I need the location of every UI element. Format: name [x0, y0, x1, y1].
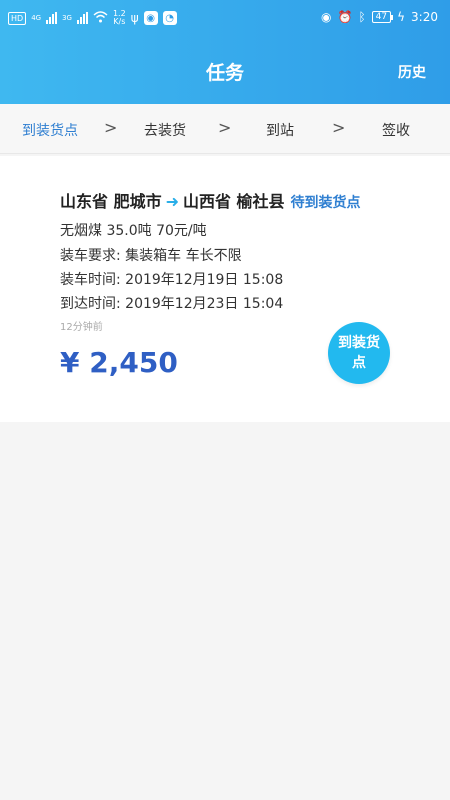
- charging-icon: ϟ: [397, 10, 406, 24]
- status-bar: HD 4G 3G 1.2 K/s ψ ◉ ◔ ◉ ⏰ ᛒ 47 ϟ 3:20: [0, 0, 450, 40]
- step-arrive-station: 到站: [266, 123, 294, 139]
- bluetooth-icon: ᛒ: [358, 10, 366, 24]
- battery-icon: 47: [371, 11, 392, 23]
- network-label-1: 4G: [31, 14, 42, 22]
- freight-price: ¥ 2,450: [60, 346, 178, 379]
- battery-level: 47: [375, 12, 388, 22]
- app-notification-icon-1: ◉: [143, 11, 158, 25]
- network-speed-unit: K/s: [113, 17, 126, 26]
- chevron-right-icon: >: [218, 118, 232, 137]
- loading-time: 装车时间: 2019年12月19日 15:08: [60, 272, 284, 288]
- step-go-loading: 去装货: [144, 123, 186, 139]
- route-line: 山东省 肥城市 ➜ 山西省 榆社县 待到装货点: [60, 188, 361, 212]
- arrow-right-icon: ➜: [165, 192, 179, 211]
- destination-text: 山西省 榆社县: [182, 192, 285, 211]
- arrive-loading-point-button[interactable]: 到装货点: [328, 322, 390, 384]
- step-sign-receipt: 签收: [382, 123, 410, 139]
- arrival-time: 到达时间: 2019年12月23日 15:04: [60, 296, 284, 312]
- signal-icon-2: [76, 12, 88, 24]
- status-left: HD 4G 3G 1.2 K/s ψ ◉ ◔: [8, 10, 177, 26]
- page-title: 任务: [205, 62, 244, 84]
- progress-steps: 到装货点 > 去装货 > 到站 > 签收: [0, 104, 450, 154]
- cargo-info: 无烟煤 35.0吨 70元/吨: [60, 223, 207, 239]
- chevron-right-icon: >: [104, 118, 118, 137]
- usb-icon: ψ: [130, 11, 139, 25]
- chevron-right-icon: >: [332, 118, 346, 137]
- title-bar: 任务 历史: [0, 40, 450, 104]
- eye-icon: ◉: [321, 10, 332, 24]
- alarm-icon: ⏰: [337, 10, 353, 24]
- posted-time: 12分钟前: [60, 322, 103, 333]
- signal-icon-1: [46, 12, 58, 24]
- network-label-2: 3G: [62, 14, 72, 22]
- network-speed: 1.2 K/s: [113, 10, 126, 26]
- wifi-icon: [93, 10, 108, 26]
- hd-badge: HD: [8, 11, 27, 25]
- status-label: 待到装货点: [290, 195, 361, 211]
- status-right: ◉ ⏰ ᛒ 47 ϟ 3:20: [321, 10, 438, 24]
- app-notification-icon-2: ◔: [162, 11, 177, 25]
- history-button[interactable]: 历史: [398, 62, 426, 82]
- step-to-loading-point: 到装货点: [22, 123, 78, 139]
- task-card[interactable]: 山东省 肥城市 ➜ 山西省 榆社县 待到装货点 无烟煤 35.0吨 70元/吨 装车要…: [0, 156, 450, 422]
- loading-requirement: 装车要求: 集装箱车 车长不限: [60, 248, 242, 264]
- clock-time: 3:20: [411, 10, 438, 24]
- origin-text: 山东省 肥城市: [60, 192, 162, 211]
